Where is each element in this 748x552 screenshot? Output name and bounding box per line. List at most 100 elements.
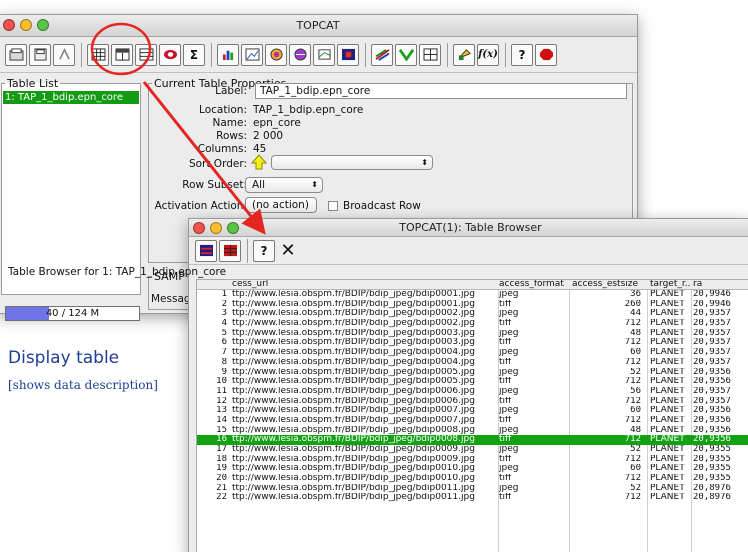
- table-row[interactable]: 4 ttp://www.lesia.obspm.fr/BDIP/bdip_jpeg…: [197, 319, 748, 329]
- plane-plot-icon[interactable]: [241, 43, 263, 66]
- table-row[interactable]: 9 ttp://www.lesia.obspm.fr/BDIP/bdip_jpeg…: [197, 368, 748, 378]
- sky-plot-icon[interactable]: [265, 43, 287, 66]
- table-row[interactable]: 6 ttp://www.lesia.obspm.fr/BDIP/bdip_jpeg…: [197, 338, 748, 348]
- table-cell-idx: 7: [221, 348, 227, 358]
- minimize-window-button[interactable]: [210, 222, 222, 234]
- table-cell-url: ttp://www.lesia.obspm.fr/BDIP/bdip_jpeg/…: [232, 338, 475, 348]
- load-table-icon[interactable]: [5, 43, 27, 66]
- table-cell-format: tiff: [499, 474, 512, 484]
- table-row[interactable]: 22 ttp://www.lesia.obspm.fr/BDIP/bdip_jpe…: [197, 493, 748, 503]
- table-cell-format: tiff: [499, 415, 512, 425]
- save-table-icon[interactable]: [29, 43, 51, 66]
- table-cell-url: ttp://www.lesia.obspm.fr/BDIP/bdip_jpeg/…: [232, 367, 475, 377]
- help-icon[interactable]: ?: [511, 43, 533, 66]
- column-header[interactable]: target_r...: [650, 280, 690, 290]
- table-cell-idx: 17: [216, 445, 227, 454]
- browser-title-bar[interactable]: TOPCAT(1): Table Browser: [189, 219, 748, 237]
- row-subset-select[interactable]: All ⬍: [245, 177, 323, 193]
- zoom-window-button[interactable]: [37, 19, 49, 31]
- table-cell-size: 36: [630, 290, 641, 299]
- samp-messages-label: Messag: [151, 293, 191, 305]
- histogram-plot-icon[interactable]: [217, 43, 239, 66]
- broadcast-row-checkbox[interactable]: [328, 201, 338, 211]
- table-cell-format: tiff: [499, 435, 512, 445]
- help-icon[interactable]: ?: [253, 239, 275, 262]
- memory-monitor[interactable]: 40 / 124 M: [5, 306, 140, 321]
- table-cell-ra: 20,9357: [693, 338, 731, 348]
- density-plot-icon[interactable]: [337, 43, 359, 66]
- table-view-icon[interactable]: [195, 239, 217, 262]
- close-window-button[interactable]: [193, 222, 205, 234]
- screenshot: TOPCAT Σ f(x) ? Table List 1: TAP_1_bdip…: [0, 0, 748, 552]
- table-cell-format: jpeg: [499, 290, 519, 299]
- join-tables-icon[interactable]: [419, 43, 441, 66]
- table-cell-target: PLANET: [650, 290, 685, 299]
- table-row[interactable]: 1 ttp://www.lesia.obspm.fr/BDIP/bdip_jpeg…: [197, 290, 748, 300]
- minimize-window-button[interactable]: [20, 19, 32, 31]
- table-row[interactable]: 7 ttp://www.lesia.obspm.fr/BDIP/bdip_jpeg…: [197, 348, 748, 358]
- table-cell-format: jpeg: [499, 348, 519, 358]
- column-header[interactable]: access_estsize: [570, 280, 641, 290]
- sort-column-select[interactable]: ⬍: [271, 155, 433, 170]
- table-row[interactable]: 21 ttp://www.lesia.obspm.fr/BDIP/bdip_jpe…: [197, 484, 748, 494]
- subsets-icon[interactable]: [159, 43, 181, 66]
- table-row[interactable]: 13 ttp://www.lesia.obspm.fr/BDIP/bdip_jpe…: [197, 406, 748, 416]
- sort-direction-up-icon[interactable]: [251, 154, 267, 170]
- table-cell-target: PLANET: [650, 348, 685, 358]
- vo-query-icon[interactable]: [453, 43, 475, 66]
- column-header[interactable]: access_format: [499, 280, 569, 290]
- table-row[interactable]: 14 ttp://www.lesia.obspm.fr/BDIP/bdip_jpe…: [197, 416, 748, 426]
- table-cell-idx: 3: [221, 309, 227, 319]
- table-cell-format: tiff: [499, 357, 512, 367]
- table-cell-url: ttp://www.lesia.obspm.fr/BDIP/bdip_jpeg/…: [232, 454, 475, 464]
- table-cell-size: 48: [630, 328, 641, 338]
- table-row[interactable]: 10 ttp://www.lesia.obspm.fr/BDIP/bdip_jpe…: [197, 377, 748, 387]
- table-row[interactable]: 19 ttp://www.lesia.obspm.fr/BDIP/bdip_jpe…: [197, 464, 748, 474]
- statistics-icon[interactable]: Σ: [183, 43, 205, 66]
- table-row[interactable]: 15 ttp://www.lesia.obspm.fr/BDIP/bdip_jpe…: [197, 426, 748, 436]
- table-row-selected[interactable]: 16 ttp://www.lesia.obspm.fr/BDIP/bdip_jpe…: [197, 435, 748, 445]
- table-cell-format: tiff: [499, 493, 512, 503]
- table-subset-icon[interactable]: [219, 239, 241, 262]
- row-subset-caption: Row Subset:: [182, 179, 247, 191]
- rows-value: 2 000: [253, 130, 284, 142]
- table-cell-target: PLANET: [650, 319, 685, 329]
- label-field[interactable]: TAP_1_bdip.epn_core: [255, 83, 627, 99]
- toolbar-separator: [365, 42, 366, 67]
- column-header[interactable]: ra: [693, 280, 748, 290]
- table-cell-format: jpeg: [499, 483, 519, 493]
- functions-icon[interactable]: f(x): [477, 43, 499, 66]
- table-cell-target: PLANET: [650, 435, 685, 445]
- column-header[interactable]: cess_url: [232, 280, 497, 290]
- table-row[interactable]: 5 ttp://www.lesia.obspm.fr/BDIP/bdip_jpeg…: [197, 329, 748, 339]
- table-row[interactable]: 11 ttp://www.lesia.obspm.fr/BDIP/bdip_jpe…: [197, 387, 748, 397]
- zoom-window-button[interactable]: [227, 222, 239, 234]
- table-cell-target: PLANET: [650, 454, 685, 464]
- close-window-button[interactable]: [3, 19, 15, 31]
- display-table-icon[interactable]: [87, 43, 109, 66]
- table-row[interactable]: 3 ttp://www.lesia.obspm.fr/BDIP/bdip_jpeg…: [197, 309, 748, 319]
- activation-action-button[interactable]: (no action): [245, 197, 317, 213]
- table-grid: cess_url access_format access_estsize targe…: [196, 279, 748, 552]
- exit-icon[interactable]: [535, 43, 557, 66]
- table-row[interactable]: 2 ttp://www.lesia.obspm.fr/BDIP/bdip_jpeg…: [197, 300, 748, 310]
- concatenate-icon[interactable]: [395, 43, 417, 66]
- table-cell-format: tiff: [499, 396, 512, 406]
- table-list-item[interactable]: 1: TAP_1_bdip.epn_core: [3, 91, 139, 104]
- cube-plot-icon[interactable]: [313, 43, 335, 66]
- table-cell-ra: 20,9357: [693, 319, 731, 329]
- table-row[interactable]: 8 ttp://www.lesia.obspm.fr/BDIP/bdip_jpeg…: [197, 358, 748, 368]
- table-row[interactable]: 17 ttp://www.lesia.obspm.fr/BDIP/bdip_jpe…: [197, 445, 748, 455]
- table-cell-idx: 9: [221, 367, 227, 377]
- close-icon[interactable]: ✕: [277, 240, 299, 262]
- match-tables-icon[interactable]: [371, 43, 393, 66]
- table-parameters-icon[interactable]: [135, 43, 157, 66]
- table-cell-ra: 20,9356: [693, 425, 731, 435]
- table-row[interactable]: 18 ttp://www.lesia.obspm.fr/BDIP/bdip_jpe…: [197, 455, 748, 465]
- main-title-bar[interactable]: TOPCAT: [0, 15, 637, 37]
- sphere-plot-icon[interactable]: [289, 43, 311, 66]
- display-columns-icon[interactable]: [111, 43, 133, 66]
- table-row[interactable]: 12 ttp://www.lesia.obspm.fr/BDIP/bdip_jpe…: [197, 397, 748, 407]
- duplicate-table-icon[interactable]: [53, 43, 75, 66]
- table-row[interactable]: 20 ttp://www.lesia.obspm.fr/BDIP/bdip_jpe…: [197, 474, 748, 484]
